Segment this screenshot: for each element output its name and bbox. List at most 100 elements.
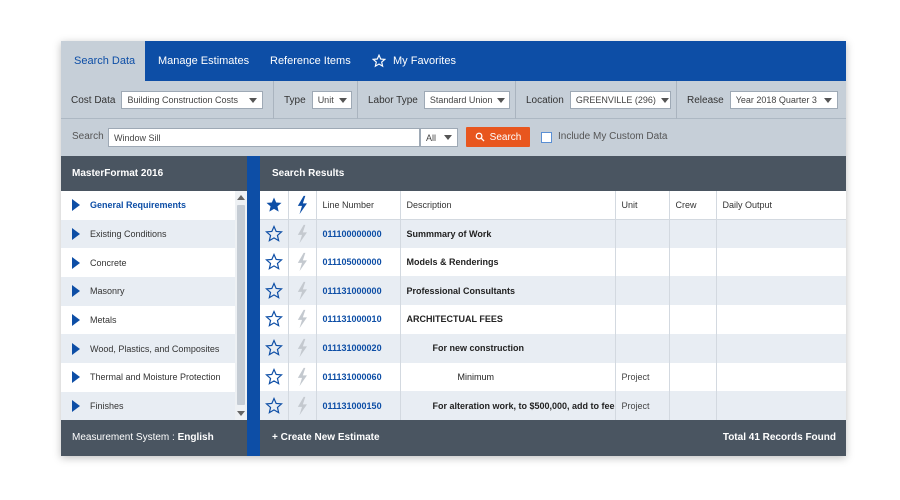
crew-cell [669,333,717,363]
star-outline-icon [264,224,283,242]
cost-data-select[interactable]: Building Construction Costs [121,91,264,109]
expand-triangle-icon[interactable] [72,400,80,413]
release-select[interactable]: Year 2018 Quarter 3 [729,91,838,109]
scroll-down-icon[interactable] [237,411,245,416]
masterformat-item-label: Metals [90,315,117,326]
table-row[interactable]: 011131000000 Professional Consultants [260,276,846,306]
line-number-link[interactable]: 011131000020 [316,333,401,363]
favorite-toggle[interactable] [260,247,289,277]
favorite-column-header[interactable] [260,191,289,220]
total-records: Total 41 Records Found [722,432,836,443]
location-select[interactable]: GREENVILLE (296) [569,91,671,109]
quick-add-toggle[interactable] [288,276,317,306]
description-cell: Minimum [400,362,616,392]
lightning-bolt-icon [297,224,307,243]
table-row[interactable]: 011131000150 For alteration work, to $500… [260,391,846,420]
table-row[interactable]: 011131000060 Minimum Project [260,362,846,392]
favorite-toggle[interactable] [260,362,289,392]
column-unit[interactable]: Unit [615,191,670,220]
search-label: Search [72,131,104,142]
search-button[interactable]: Search [466,127,530,147]
search-icon [475,132,485,142]
favorite-toggle[interactable] [260,305,289,334]
table-row[interactable]: 011131000020 For new construction [260,333,846,363]
favorite-toggle[interactable] [260,276,289,306]
release-value: Year 2018 Quarter 3 [735,95,817,105]
measurement-system: Measurement System : English [61,420,247,456]
daily-output-cell [716,276,846,306]
masterformat-title: MasterFormat 2016 [61,156,247,191]
expand-triangle-icon[interactable] [72,285,80,298]
quick-add-toggle[interactable] [288,305,317,334]
star-outline-icon [264,281,283,299]
search-input[interactable] [108,128,420,147]
tab-my-favorites[interactable]: My Favorites [372,41,456,81]
tab-search-data[interactable]: Search Data [61,41,145,81]
line-number-link[interactable]: 011105000000 [316,247,401,277]
expand-triangle-icon[interactable] [72,314,80,327]
expand-triangle-icon[interactable] [72,256,80,269]
quick-add-toggle[interactable] [288,391,317,420]
scroll-thumb[interactable] [237,205,245,405]
location-value: GREENVILLE (296) [575,95,656,105]
tab-reference-items[interactable]: Reference Items [270,41,351,81]
expand-triangle-icon[interactable] [72,371,80,384]
panel-divider [247,156,260,456]
masterformat-scrollbar[interactable] [235,191,247,420]
favorite-toggle[interactable] [260,219,289,248]
search-scope-select[interactable]: All [420,128,458,147]
quick-add-column-header[interactable] [288,191,317,220]
quick-add-toggle[interactable] [288,333,317,363]
column-crew[interactable]: Crew [669,191,717,220]
quick-add-toggle[interactable] [288,362,317,392]
filter-labor-type: Labor Type Standard Union [358,81,516,119]
column-line-number[interactable]: Line Number [316,191,401,220]
column-description[interactable]: Description [400,191,616,220]
table-row[interactable]: 011131000010 ARCHITECTUAL FEES [260,305,846,334]
filter-bar: Cost Data Building Construction Costs Ty… [61,81,846,119]
lightning-bolt-icon [297,338,307,358]
masterformat-item[interactable]: General Requirements [61,191,235,220]
expand-triangle-icon[interactable] [72,199,80,212]
type-select[interactable]: Unit [311,91,352,109]
line-number-link[interactable]: 011131000010 [316,305,401,334]
daily-output-cell [716,247,846,277]
include-custom-data-label: Include My Custom Data [558,131,668,142]
line-number-link[interactable]: 011131000150 [316,391,401,420]
masterformat-item[interactable]: Wood, Plastics, and Composites [61,334,235,364]
unit-cell [615,333,670,363]
masterformat-item[interactable]: Metals [61,306,235,335]
include-custom-data-checkbox[interactable] [541,132,552,143]
masterformat-item[interactable]: Finishes [61,391,235,420]
masterformat-item[interactable]: Concrete [61,248,235,277]
table-row[interactable]: 011105000000 Models & Renderings [260,247,846,277]
labor-type-select[interactable]: Standard Union [423,91,510,109]
column-daily-output[interactable]: Daily Output [716,191,846,220]
masterformat-item[interactable]: Thermal and Moisture Protection [61,363,235,392]
unit-cell [615,247,670,277]
cost-data-value: Building Construction Costs [127,95,239,105]
type-label: Type [284,94,306,106]
expand-triangle-icon[interactable] [72,228,80,241]
quick-add-toggle[interactable] [288,219,317,248]
favorite-toggle[interactable] [260,391,289,420]
measurement-label: Measurement System : [72,432,175,443]
masterformat-item[interactable]: Existing Conditions [61,219,235,249]
star-outline-icon [264,339,283,357]
expand-triangle-icon[interactable] [72,342,80,355]
star-outline-icon [264,396,283,414]
scroll-up-icon[interactable] [237,195,245,200]
filter-release: Release Year 2018 Quarter 3 [677,81,846,119]
chevron-down-icon [823,97,832,103]
create-new-estimate-button[interactable]: + Create New Estimate [272,420,380,456]
tab-manage-estimates[interactable]: Manage Estimates [158,41,249,81]
masterformat-item[interactable]: Masonry [61,277,235,306]
filter-location: Location GREENVILLE (296) [516,81,677,119]
table-row[interactable]: 011100000000 Summmary of Work [260,219,846,248]
quick-add-toggle[interactable] [288,247,317,277]
line-number-link[interactable]: 011131000000 [316,276,401,306]
line-number-link[interactable]: 011100000000 [316,219,401,248]
line-number-link[interactable]: 011131000060 [316,362,401,392]
favorite-toggle[interactable] [260,333,289,363]
app-window: Search Data Manage Estimates Reference I… [61,41,846,456]
